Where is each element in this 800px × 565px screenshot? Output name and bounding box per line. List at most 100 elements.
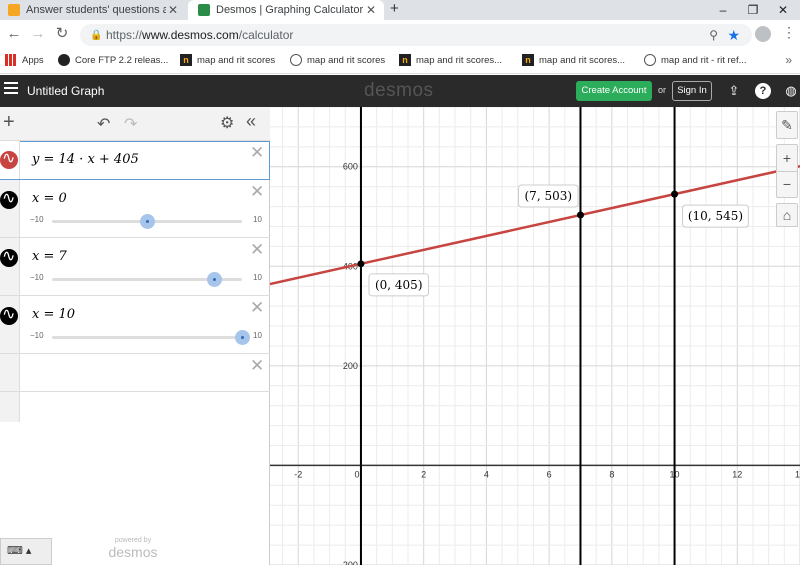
settings-gear-icon[interactable]: ⚙ [220, 113, 234, 133]
expression-toolbar: + ↶ ↷ ⚙ « [0, 107, 270, 141]
slider-row: −10 10 [30, 214, 266, 229]
add-expression-icon[interactable]: + [3, 111, 15, 134]
slider-knob[interactable] [206, 272, 222, 287]
expression-row-2[interactable]: x = 0 ✕ −10 10 [0, 180, 270, 238]
browser-tab-strip: Answer students' questions and ✕ Desmos … [0, 0, 800, 20]
keyboard-icon: ⌨ ▴ [7, 545, 32, 557]
delete-expression-icon[interactable]: ✕ [250, 240, 264, 260]
x-tick-label: 2 [421, 469, 426, 479]
collapse-panel-icon[interactable]: « [246, 111, 256, 132]
expression-row-4[interactable]: x = 10 ✕ −10 10 [0, 296, 270, 354]
line-color-icon[interactable] [0, 304, 18, 325]
bookmarks-overflow-icon[interactable]: » [785, 53, 792, 67]
x-tick-label: 6 [547, 469, 552, 479]
graph-plot[interactable]: -202468101214-200200400600(0, 405)(7, 50… [270, 107, 800, 565]
chegg-icon [8, 4, 20, 16]
minimize-button[interactable]: – [708, 0, 738, 20]
slider-min[interactable]: −10 [30, 215, 44, 224]
delete-expression-icon[interactable]: ✕ [250, 143, 264, 163]
close-tab-icon[interactable]: ✕ [166, 3, 180, 17]
line-color-icon[interactable] [0, 188, 18, 209]
graph-canvas[interactable]: -202468101214-200200400600(0, 405)(7, 50… [270, 107, 800, 565]
slider-max[interactable]: 10 [253, 273, 262, 282]
zoom-controls: + − [776, 144, 798, 198]
slider-max[interactable]: 10 [253, 331, 262, 340]
delete-expression-icon[interactable]: ✕ [250, 356, 264, 376]
share-icon[interactable]: ⇪ [726, 83, 742, 99]
slider-knob[interactable] [140, 214, 155, 229]
url-path: /calculator [238, 28, 294, 42]
expression-math[interactable]: x = 10 [32, 307, 75, 322]
expression-row-empty[interactable]: ✕ [0, 354, 270, 392]
bookmark-star-icon[interactable]: ★ [727, 27, 740, 44]
bookmark-label: map and rit scores... [539, 54, 626, 66]
zoom-icon[interactable]: ⚲ [709, 28, 718, 42]
bookmark-map-rit-2[interactable]: map and rit scores [290, 54, 385, 66]
tab-title: Desmos | Graphing Calculator [216, 4, 364, 16]
new-tab-button[interactable]: + [390, 0, 399, 20]
expression-math[interactable]: y = 14 · x + 405 [32, 152, 139, 167]
line-color-icon[interactable] [0, 246, 18, 267]
bookmark-map-rit-ref[interactable]: map and rit - rit ref... [644, 54, 747, 66]
sign-in-button[interactable]: Sign In [672, 81, 712, 101]
slider-min[interactable]: −10 [30, 273, 44, 282]
keyboard-toggle-button[interactable]: ⌨ ▴ [0, 538, 52, 565]
reload-icon[interactable]: ↻ [52, 24, 72, 44]
intersection-point [671, 190, 679, 198]
bookmark-label: Apps [22, 54, 44, 66]
forward-arrow-icon[interactable]: → [28, 24, 48, 44]
desmos-header: Untitled Graph desmos Create Account or … [0, 75, 800, 107]
hamburger-menu-icon[interactable] [4, 82, 18, 94]
lock-icon: 🔒 [90, 29, 103, 41]
close-window-button[interactable]: ✕ [768, 0, 798, 20]
graph-settings-wrench-icon[interactable]: ✎ [776, 111, 798, 139]
help-icon[interactable]: ? [755, 83, 771, 99]
y-tick-label: 600 [343, 162, 358, 172]
browser-menu-icon[interactable]: ⋮ [782, 24, 796, 41]
bookmark-label: Core FTP 2.2 releas... [75, 54, 169, 66]
zoom-in-button[interactable]: + [777, 145, 797, 172]
y-tick-label: 200 [343, 361, 358, 371]
bookmark-core-ftp[interactable]: Core FTP 2.2 releas... [58, 54, 168, 66]
slider-min[interactable]: −10 [30, 331, 44, 340]
bookmark-label: map and rit scores... [416, 54, 503, 66]
address-bar[interactable]: 🔒 https://www.desmos.com/calculator ⚲ ★ [80, 24, 752, 46]
slider-knob[interactable] [235, 330, 250, 345]
point-label: (7, 503) [525, 189, 573, 203]
restore-button[interactable]: ❐ [738, 0, 768, 20]
expression-row-3[interactable]: x = 7 ✕ −10 10 [0, 238, 270, 296]
expression-math[interactable]: x = 7 [32, 249, 67, 264]
tab-chegg[interactable]: Answer students' questions and ✕ [0, 0, 186, 20]
slider-track[interactable] [52, 336, 242, 339]
point-label: (0, 405) [375, 278, 423, 292]
x-tick-label: 0 [354, 469, 359, 479]
undo-icon[interactable]: ↶ [97, 114, 110, 134]
line-color-icon[interactable] [0, 148, 18, 169]
expression-math[interactable]: x = 0 [32, 191, 67, 206]
language-globe-icon[interactable]: ◍ [783, 83, 799, 99]
home-icon[interactable]: ⌂ [776, 203, 798, 227]
bookmark-map-rit-4[interactable]: n map and rit scores... [522, 54, 625, 66]
graph-title[interactable]: Untitled Graph [27, 84, 104, 98]
expression-row-1[interactable]: y = 14 · x + 405 ✕ [0, 141, 270, 180]
bookmarks-bar: Apps Core FTP 2.2 releas... n map and rit… [0, 48, 800, 74]
account-avatar[interactable] [755, 26, 771, 42]
bookmark-apps[interactable]: Apps [5, 54, 44, 66]
close-tab-icon[interactable]: ✕ [364, 3, 378, 17]
zoom-out-button[interactable]: − [777, 172, 797, 198]
create-account-button[interactable]: Create Account [576, 81, 652, 101]
delete-expression-icon[interactable]: ✕ [250, 182, 264, 202]
bookmark-map-rit-1[interactable]: n map and rit scores [180, 54, 275, 66]
bookmark-map-rit-3[interactable]: n map and rit scores... [399, 54, 502, 66]
x-tick-label: 4 [484, 469, 489, 479]
nwea-icon: n [399, 54, 411, 66]
ftp-icon [58, 54, 70, 66]
back-arrow-icon[interactable]: ← [4, 24, 24, 44]
redo-icon[interactable]: ↷ [124, 114, 137, 134]
delete-expression-icon[interactable]: ✕ [250, 298, 264, 318]
expression-gutter [0, 354, 20, 391]
bookmark-label: map and rit scores [307, 54, 386, 66]
tab-desmos[interactable]: Desmos | Graphing Calculator ✕ [188, 0, 384, 20]
url-scheme: https:// [106, 28, 143, 42]
slider-max[interactable]: 10 [253, 215, 262, 224]
